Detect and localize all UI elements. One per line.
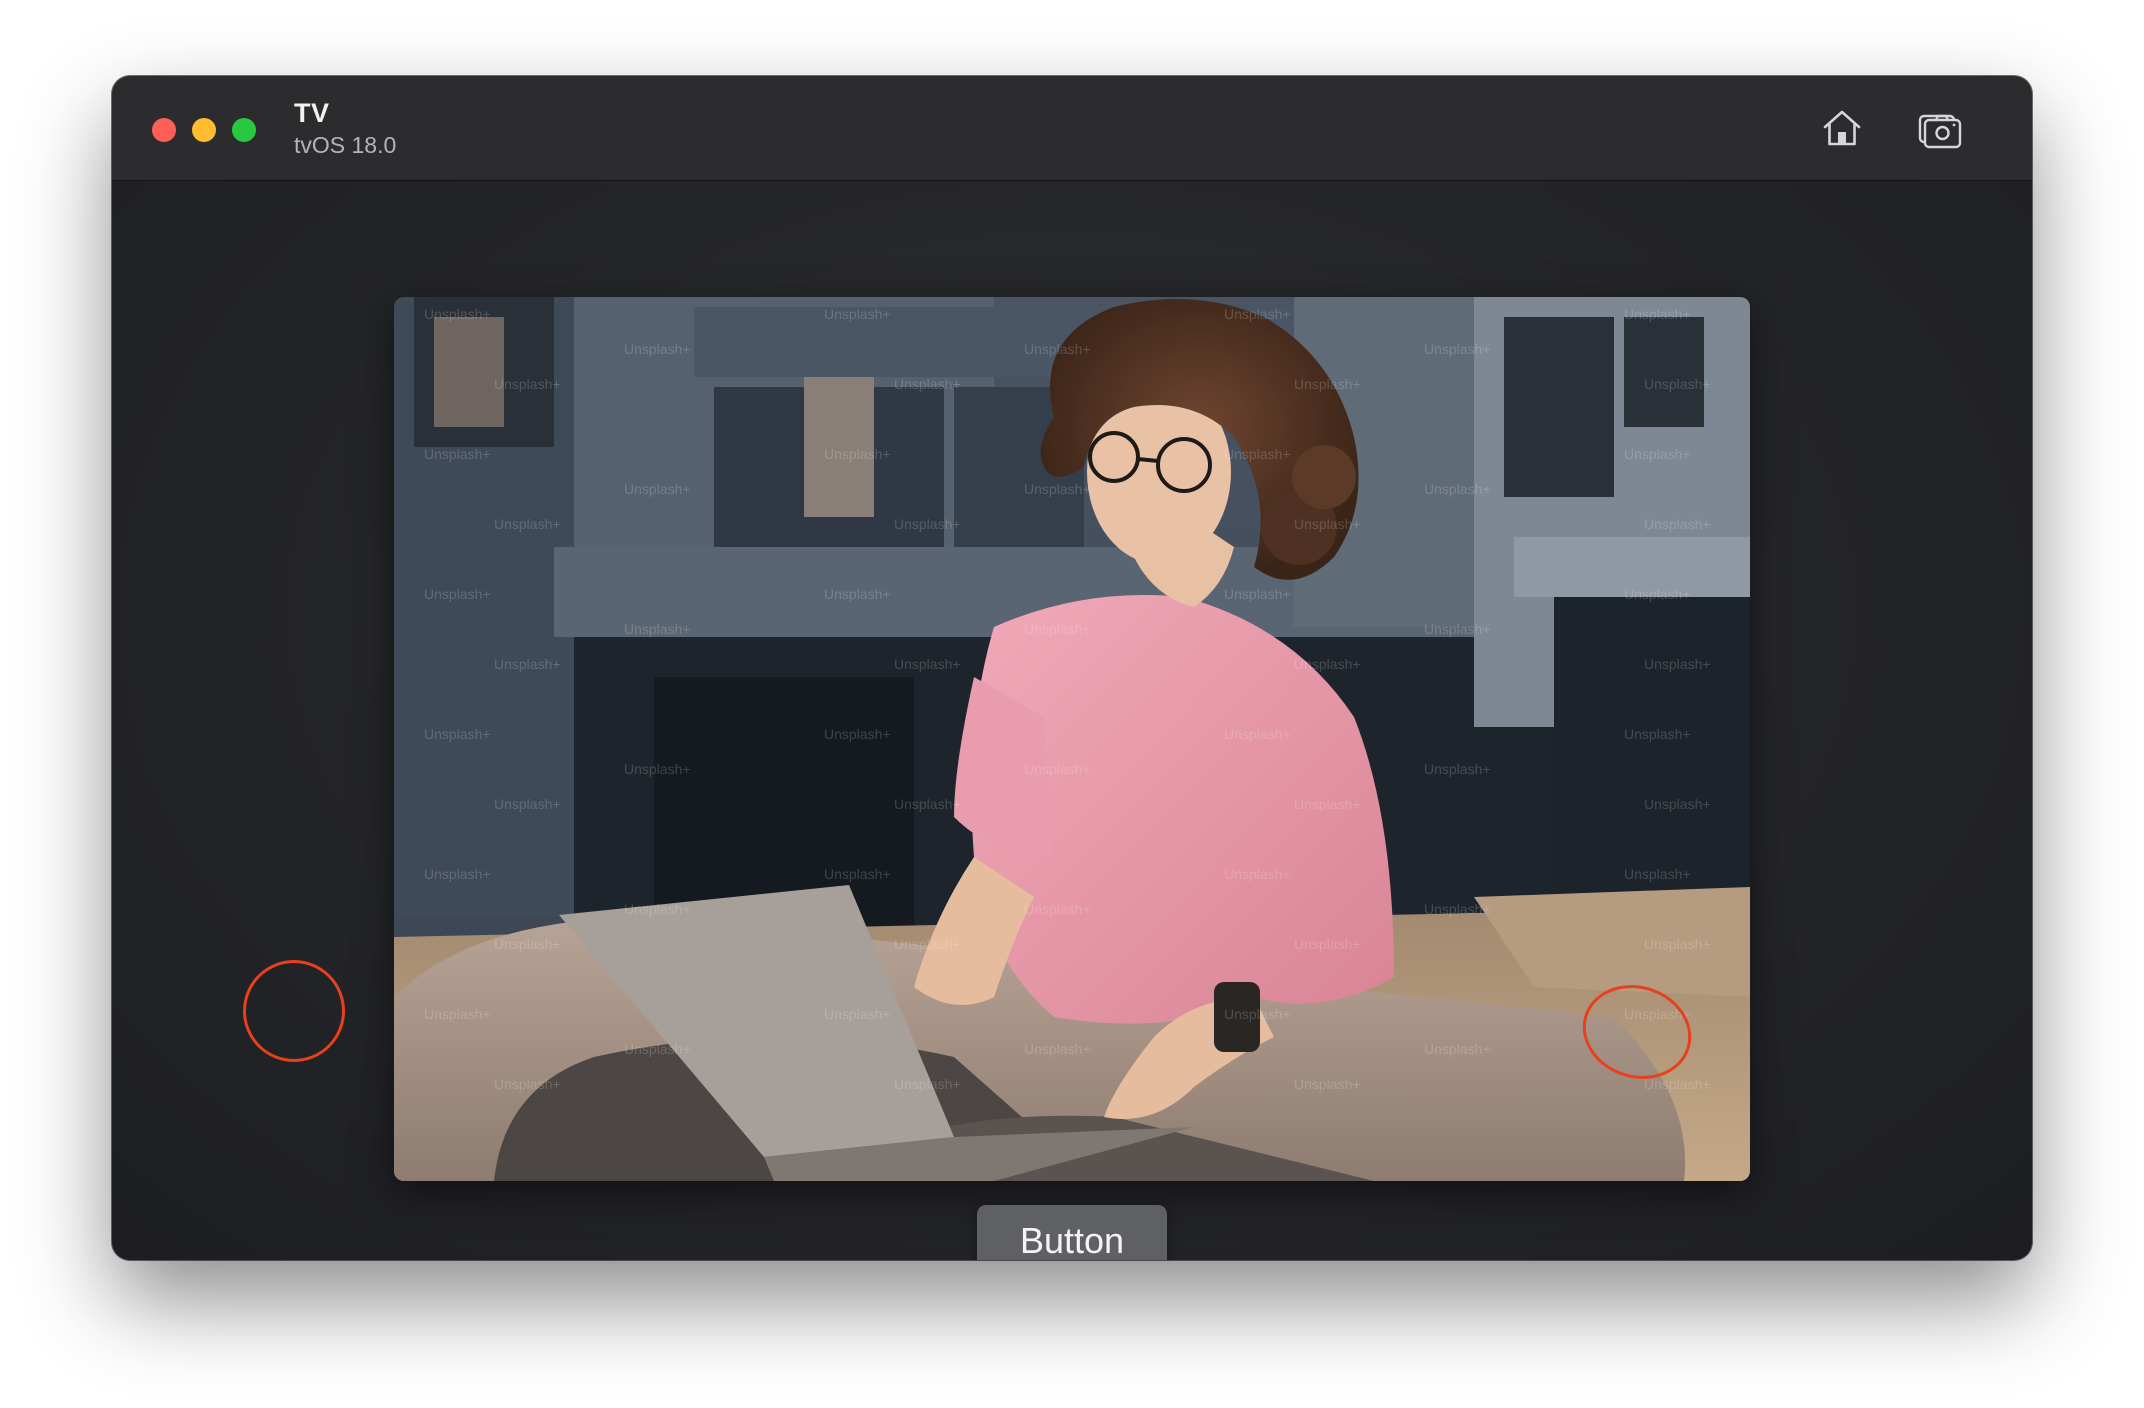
- simulator-window: TV tvOS 18.0 Unsplash+ Unsplash+ Unsplas…: [112, 76, 2032, 1260]
- svg-text:Unsplash+: Unsplash+: [1024, 341, 1091, 357]
- svg-text:Unsplash+: Unsplash+: [1224, 586, 1291, 602]
- svg-text:Unsplash+: Unsplash+: [624, 341, 691, 357]
- svg-text:Unsplash+: Unsplash+: [494, 796, 561, 812]
- svg-text:Unsplash+: Unsplash+: [494, 1076, 561, 1092]
- zoom-window-button[interactable]: [232, 118, 256, 142]
- svg-text:Unsplash+: Unsplash+: [494, 516, 561, 532]
- svg-text:Unsplash+: Unsplash+: [1024, 901, 1091, 917]
- svg-text:Unsplash+: Unsplash+: [424, 726, 491, 742]
- svg-text:Unsplash+: Unsplash+: [1424, 1041, 1491, 1057]
- svg-text:Unsplash+: Unsplash+: [1644, 936, 1711, 952]
- primary-button[interactable]: Button: [977, 1205, 1167, 1260]
- window-title: TV: [294, 98, 330, 128]
- svg-text:Unsplash+: Unsplash+: [1024, 1041, 1091, 1057]
- svg-text:Unsplash+: Unsplash+: [1424, 761, 1491, 777]
- svg-text:Unsplash+: Unsplash+: [894, 516, 961, 532]
- minimize-window-button[interactable]: [192, 118, 216, 142]
- svg-text:Unsplash+: Unsplash+: [424, 866, 491, 882]
- svg-text:Unsplash+: Unsplash+: [1644, 656, 1711, 672]
- svg-text:Unsplash+: Unsplash+: [1224, 446, 1291, 462]
- svg-text:Unsplash+: Unsplash+: [624, 481, 691, 497]
- screenshot-icon[interactable]: [1916, 104, 1964, 152]
- svg-text:Unsplash+: Unsplash+: [424, 1006, 491, 1022]
- svg-text:Unsplash+: Unsplash+: [494, 656, 561, 672]
- svg-text:Unsplash+: Unsplash+: [624, 761, 691, 777]
- svg-text:Unsplash+: Unsplash+: [424, 306, 491, 322]
- home-icon[interactable]: [1818, 104, 1866, 152]
- svg-text:Unsplash+: Unsplash+: [1224, 306, 1291, 322]
- title-bar: TV tvOS 18.0: [112, 76, 2032, 181]
- svg-text:Unsplash+: Unsplash+: [1224, 866, 1291, 882]
- svg-text:Unsplash+: Unsplash+: [494, 936, 561, 952]
- svg-text:Unsplash+: Unsplash+: [824, 306, 891, 322]
- svg-text:Unsplash+: Unsplash+: [1624, 306, 1691, 322]
- svg-text:Unsplash+: Unsplash+: [624, 621, 691, 637]
- svg-text:Unsplash+: Unsplash+: [1424, 341, 1491, 357]
- svg-text:Unsplash+: Unsplash+: [824, 1006, 891, 1022]
- svg-text:Unsplash+: Unsplash+: [424, 446, 491, 462]
- svg-text:Unsplash+: Unsplash+: [894, 936, 961, 952]
- tv-screen: Unsplash+ Unsplash+ Unsplash+ Unsplash+ Uns…: [112, 181, 2032, 1260]
- featured-photo[interactable]: Unsplash+ Unsplash+ Unsplash+ Unsplash+ Uns…: [394, 297, 1750, 1181]
- svg-text:Unsplash+: Unsplash+: [894, 656, 961, 672]
- svg-text:Unsplash+: Unsplash+: [1294, 796, 1361, 812]
- close-window-button[interactable]: [152, 118, 176, 142]
- svg-text:Unsplash+: Unsplash+: [1624, 586, 1691, 602]
- svg-text:Unsplash+: Unsplash+: [1294, 1076, 1361, 1092]
- svg-text:Unsplash+: Unsplash+: [1224, 726, 1291, 742]
- svg-text:Unsplash+: Unsplash+: [824, 866, 891, 882]
- svg-text:Unsplash+: Unsplash+: [424, 586, 491, 602]
- svg-text:Unsplash+: Unsplash+: [1024, 481, 1091, 497]
- svg-text:Unsplash+: Unsplash+: [894, 796, 961, 812]
- svg-text:Unsplash+: Unsplash+: [1644, 376, 1711, 392]
- svg-text:Unsplash+: Unsplash+: [494, 376, 561, 392]
- svg-text:Unsplash+: Unsplash+: [1294, 656, 1361, 672]
- svg-text:Unsplash+: Unsplash+: [1644, 516, 1711, 532]
- svg-text:Unsplash+: Unsplash+: [1644, 796, 1711, 812]
- svg-text:Unsplash+: Unsplash+: [824, 586, 891, 602]
- svg-text:Unsplash+: Unsplash+: [1024, 621, 1091, 637]
- svg-text:Unsplash+: Unsplash+: [1624, 726, 1691, 742]
- svg-text:Unsplash+: Unsplash+: [624, 1041, 691, 1057]
- svg-text:Unsplash+: Unsplash+: [1424, 481, 1491, 497]
- svg-text:Unsplash+: Unsplash+: [1294, 376, 1361, 392]
- svg-text:Unsplash+: Unsplash+: [1624, 866, 1691, 882]
- svg-text:Unsplash+: Unsplash+: [1224, 1006, 1291, 1022]
- svg-text:Unsplash+: Unsplash+: [624, 901, 691, 917]
- svg-text:Unsplash+: Unsplash+: [1424, 621, 1491, 637]
- svg-text:Unsplash+: Unsplash+: [894, 1076, 961, 1092]
- svg-text:Unsplash+: Unsplash+: [1294, 936, 1361, 952]
- svg-text:Unsplash+: Unsplash+: [1424, 901, 1491, 917]
- svg-text:Unsplash+: Unsplash+: [1024, 761, 1091, 777]
- svg-text:Unsplash+: Unsplash+: [824, 446, 891, 462]
- window-subtitle: tvOS 18.0: [294, 132, 397, 158]
- svg-text:Unsplash+: Unsplash+: [1294, 516, 1361, 532]
- svg-text:Unsplash+: Unsplash+: [1644, 1076, 1711, 1092]
- annotation-circle-left: [243, 960, 345, 1062]
- svg-text:Unsplash+: Unsplash+: [894, 376, 961, 392]
- svg-text:Unsplash+: Unsplash+: [824, 726, 891, 742]
- svg-text:Unsplash+: Unsplash+: [1624, 446, 1691, 462]
